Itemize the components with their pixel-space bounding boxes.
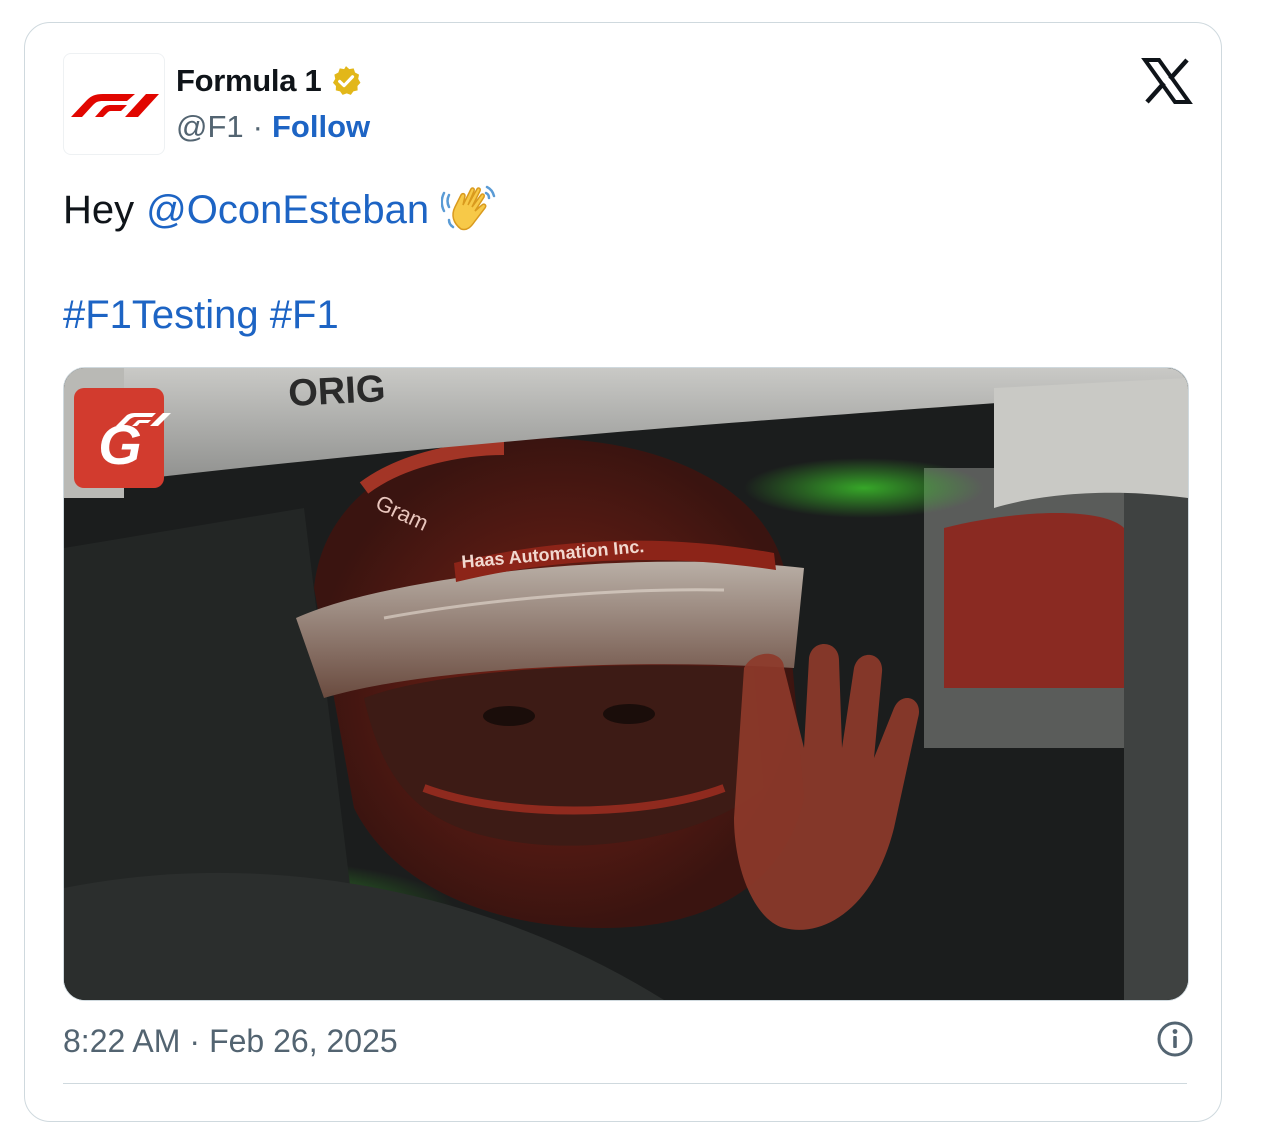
tweet-date[interactable]: Feb 26, 2025 [209,1023,398,1060]
author-handle[interactable]: @F1 [176,109,244,145]
handle-row: @F1 · Follow [176,109,370,145]
mention-link[interactable]: @OconEsteban [146,184,429,236]
tweet-card: Formula 1 @F1 · Follow Hey @OconEsteban [24,22,1222,1122]
tweet-meta: 8:22 AM · Feb 26, 2025 [63,1019,398,1063]
hashtag-f1[interactable]: #F1 [270,293,339,337]
tweet-prefix: Hey [63,188,135,232]
f1-logo-icon [71,94,159,117]
tweet-time[interactable]: 8:22 AM [63,1023,180,1060]
halo-text: ORIG [287,368,386,415]
hashtag-f1testing[interactable]: #F1Testing [63,293,259,337]
hashtags: #F1Testing #F1 [63,289,339,341]
name-row: Formula 1 [176,63,363,99]
media-photo: G ORIG Gram Haas Automation Inc. [64,368,1188,1000]
avatar[interactable] [63,53,165,155]
meta-separator: · [189,1022,201,1059]
waving-hand-icon [441,185,496,231]
follow-button[interactable]: Follow [272,109,370,145]
tweet-media[interactable]: G ORIG Gram Haas Automation Inc. [63,367,1189,1001]
tweet-header: Formula 1 @F1 · Follow [63,53,1193,157]
author-name[interactable]: Formula 1 [176,63,322,99]
x-logo-icon[interactable] [1141,57,1193,105]
tweet-text: Hey @OconEsteban [63,183,497,237]
gold-verified-badge-icon [333,66,361,95]
handle-separator: · [252,109,263,144]
info-icon[interactable] [1155,1019,1195,1059]
divider [63,1083,1187,1084]
